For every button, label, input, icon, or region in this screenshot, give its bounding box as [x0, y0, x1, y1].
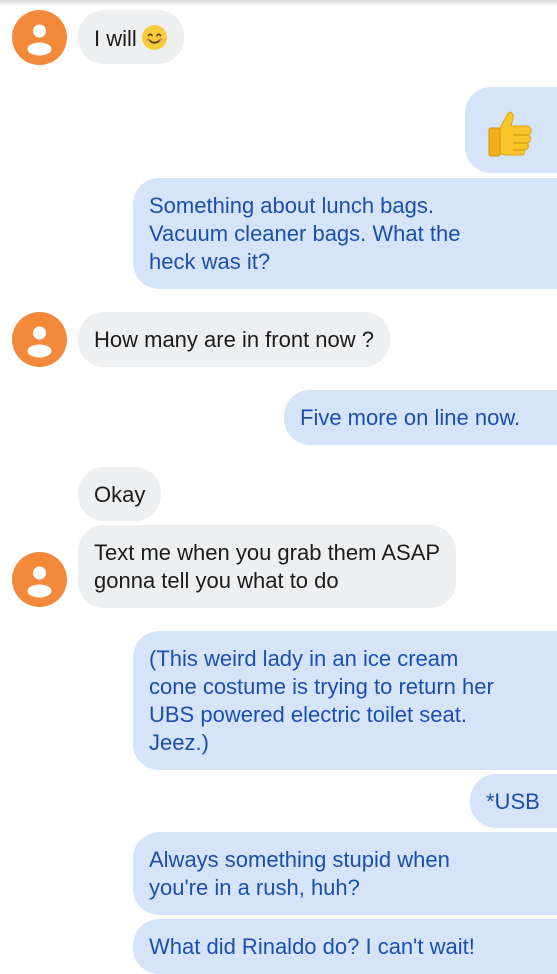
message-bubble-outgoing[interactable]: Something about lunch bags. Vacuum clean…: [133, 178, 557, 289]
message-text: I will: [94, 26, 137, 51]
message-text: Okay: [94, 482, 146, 507]
message-text-line: cone costume is trying to return her: [149, 674, 494, 699]
message-text-line: (This weird lady in an ice cream: [149, 646, 459, 671]
message-bubble-outgoing[interactable]: *USB: [470, 774, 557, 828]
message-text: Five more on line now.: [300, 405, 521, 430]
message-bubble-outgoing[interactable]: What did Rinaldo do? I can't wait!: [133, 919, 557, 974]
message-bubble-incoming[interactable]: Okay: [78, 467, 162, 521]
thumbs-up-icon: [483, 105, 537, 166]
message-text-line: you're in a rush, huh?: [149, 875, 360, 900]
message-text-line: UBS powered electric toilet seat.: [149, 702, 467, 727]
contact-avatar-icon[interactable]: [12, 552, 67, 607]
message-text: How many are in front now ?: [94, 327, 375, 352]
message-bubble-incoming[interactable]: I will: [78, 10, 184, 64]
message-text: What did Rinaldo do? I can't wait!: [149, 934, 475, 959]
message-text-line: Something about lunch bags.: [149, 193, 434, 218]
smiling-face-icon: [141, 24, 168, 58]
message-text-line: gonna tell you what to do: [94, 568, 339, 593]
message-bubble-outgoing[interactable]: (This weird lady in an ice cream cone co…: [133, 631, 557, 770]
message-text-line: Jeez.): [149, 730, 209, 755]
message-text-line: Always something stupid when: [149, 847, 450, 872]
contact-avatar-icon[interactable]: [12, 312, 67, 367]
message-bubble-incoming[interactable]: Text me when you grab them ASAP gonna te…: [78, 525, 457, 608]
top-shadow: [0, 0, 557, 6]
contact-avatar-icon[interactable]: [12, 10, 67, 65]
message-bubble-outgoing[interactable]: Always something stupid when you're in a…: [133, 832, 557, 915]
message-bubble-outgoing[interactable]: Five more on line now.: [284, 390, 557, 445]
message-text-line: heck was it?: [149, 249, 271, 274]
message-bubble-incoming[interactable]: How many are in front now ?: [78, 312, 391, 367]
message-bubble-outgoing[interactable]: [465, 87, 557, 173]
message-text-line: Vacuum cleaner bags. What the: [149, 221, 461, 246]
message-text-line: Text me when you grab them ASAP: [94, 540, 441, 565]
message-text: *USB: [486, 789, 540, 814]
